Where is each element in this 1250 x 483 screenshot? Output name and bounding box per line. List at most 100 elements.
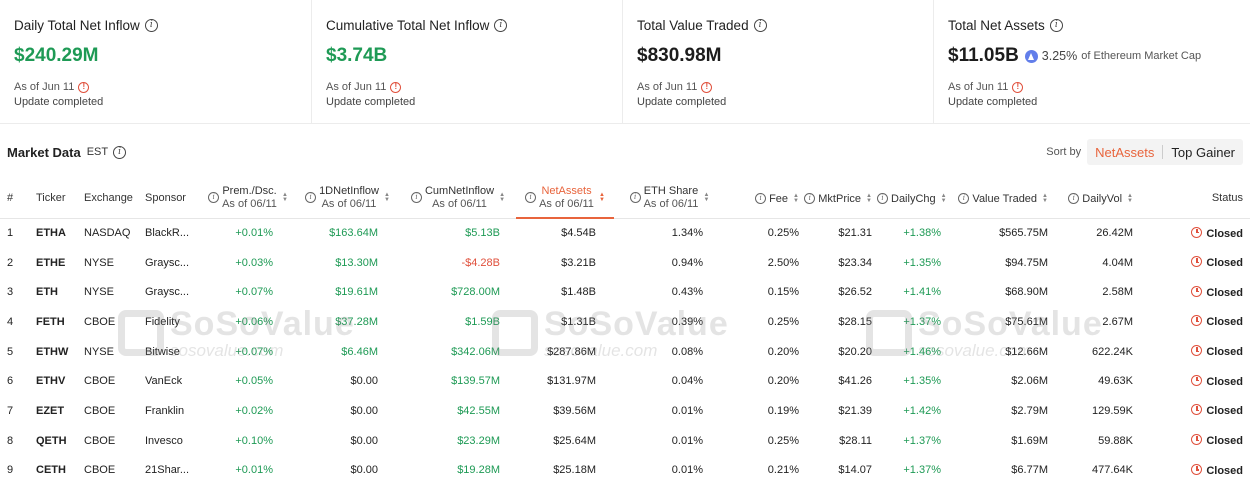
cell-ticker: ETHW	[36, 345, 69, 358]
cell-vt: $2.79M	[1011, 404, 1048, 417]
col-header-net-assets[interactable]: i NetAssets As of 06/11 ▲ ▼	[516, 178, 614, 219]
sort-arrows-icon[interactable]: ▲ ▼	[282, 192, 288, 203]
sort-arrows-icon[interactable]: ▲ ▼	[703, 192, 709, 203]
sort-netassets-button[interactable]: NetAssets	[1087, 139, 1162, 165]
cell-price: $20.20	[838, 345, 872, 358]
cell-sponsor: Invesco	[145, 434, 183, 447]
cell-chg: +1.37%	[903, 464, 941, 477]
info-icon[interactable]: i	[753, 19, 767, 32]
cell-status: Closed	[1138, 366, 1250, 396]
info-icon[interactable]: i	[494, 19, 508, 32]
cell-sponsor: Fidelity	[145, 315, 180, 328]
sort-arrows-icon[interactable]: ▲ ▼	[499, 192, 505, 203]
table-row[interactable]: 2 ETHE NYSE Graysc... +0.03% $13.30M -$4.28B $3…	[0, 248, 1250, 278]
cell-na: $3.21B	[561, 256, 596, 269]
cell-prem: +0.10%	[235, 434, 273, 447]
cell-d1: $0.00	[350, 404, 378, 417]
info-icon[interactable]: i	[958, 193, 970, 204]
market-data-header: Market Data EST i Sort by NetAssets Top …	[7, 139, 1243, 165]
sort-arrows-icon[interactable]: ▲ ▼	[1127, 193, 1133, 204]
cell-sponsor: Franklin	[145, 404, 185, 417]
card-daily-net-inflow: Daily Total Net Inflow i $240.29M As of J…	[0, 0, 311, 124]
info-icon[interactable]: i	[113, 145, 127, 159]
col-header-eth-share[interactable]: i ETH Share As of 06/11 ▲ ▼	[614, 178, 725, 219]
cell-prem: +0.01%	[235, 227, 273, 240]
alert-icon[interactable]: !	[701, 81, 713, 93]
cell-chg: +1.41%	[903, 286, 941, 299]
cell-prem: +0.03%	[235, 256, 273, 269]
table-row[interactable]: 5 ETHW NYSE Bitwise +0.07% $6.46M $342.06M $287…	[0, 337, 1250, 367]
eth-share: 3.25% of Ethereum Market Cap	[1024, 49, 1201, 63]
col-header-value-traded[interactable]: i Value Traded ▲ ▼	[946, 178, 1053, 219]
card-asof: As of Jun 11!	[14, 81, 311, 93]
col-header-sponsor: Sponsor	[138, 178, 201, 219]
sort-arrows-icon[interactable]: ▲ ▼	[599, 192, 605, 203]
cell-ticker: CETH	[36, 464, 66, 477]
table-row[interactable]: 9 CETH CBOE 21Shar... +0.01% $0.00 $19.28M $25.…	[0, 456, 1250, 483]
table-row[interactable]: 8 QETH CBOE Invesco +0.10% $0.00 $23.29M $25.64…	[0, 426, 1250, 456]
cell-d1: $163.64M	[329, 227, 378, 240]
sort-top-gainer-button[interactable]: Top Gainer	[1163, 139, 1243, 165]
table-row[interactable]: 1 ETHA NASDAQ BlackR... +0.01% $163.64M $5.13B…	[0, 218, 1250, 248]
cell-num: 3	[7, 286, 14, 299]
cell-na: $287.86M	[547, 345, 596, 358]
alert-icon[interactable]: !	[390, 81, 402, 93]
cell-chg: +1.38%	[903, 227, 941, 240]
col-header-cum-net-inflow[interactable]: i CumNetInflow As of 06/11 ▲ ▼	[400, 178, 516, 219]
table-row[interactable]: 4 FETH CBOE Fidelity +0.06% $37.28M $1.59B $1.3…	[0, 307, 1250, 337]
info-icon[interactable]: i	[208, 192, 220, 204]
cell-ticker: ETH	[36, 286, 58, 299]
info-icon[interactable]: i	[1049, 19, 1063, 32]
cell-vol: 4.04M	[1102, 256, 1133, 269]
info-icon[interactable]: i	[804, 193, 816, 204]
info-icon[interactable]: i	[755, 193, 767, 204]
cell-chg: +1.37%	[903, 434, 941, 447]
col-header-fee[interactable]: i Fee ▲ ▼	[725, 178, 804, 219]
cell-sponsor: Graysc...	[145, 256, 190, 269]
sort-arrows-icon[interactable]: ▲ ▼	[866, 193, 872, 204]
info-icon[interactable]: i	[525, 192, 537, 203]
cell-vt: $68.90M	[1005, 286, 1048, 299]
info-icon[interactable]: i	[1068, 193, 1080, 204]
col-header-1d-net-inflow[interactable]: i 1DNetInflow As of 06/11 ▲ ▼	[295, 178, 400, 219]
sort-arrows-icon[interactable]: ▲ ▼	[384, 192, 390, 203]
cell-share: 0.04%	[671, 375, 703, 388]
cell-sponsor: BlackR...	[145, 227, 190, 240]
info-icon[interactable]: i	[629, 192, 641, 204]
card-total-value-traded: Total Value Traded i $830.98M As of Jun 1…	[622, 0, 933, 124]
info-icon[interactable]: i	[410, 192, 422, 204]
cell-num: 7	[7, 404, 14, 417]
card-title: Total Value Traded i	[637, 18, 933, 33]
clock-icon	[1191, 345, 1203, 357]
cell-prem: +0.01%	[235, 464, 273, 477]
sort-arrows-icon[interactable]: ▲ ▼	[1042, 193, 1048, 204]
sort-arrows-icon[interactable]: ▲ ▼	[941, 193, 947, 204]
cell-vol: 477.64K	[1092, 464, 1133, 477]
card-title: Total Net Assets i	[948, 18, 1250, 33]
col-header-daily-vol[interactable]: i DailyVol ▲ ▼	[1053, 178, 1138, 219]
cell-ticker: QETH	[36, 434, 67, 447]
card-asof: As of Jun 11!	[637, 81, 933, 93]
info-icon[interactable]: i	[305, 192, 317, 204]
cell-fee: 0.21%	[767, 464, 799, 477]
clock-icon	[1191, 256, 1203, 268]
alert-icon[interactable]: !	[1012, 81, 1024, 93]
col-header-mkt-price[interactable]: i MktPrice ▲ ▼	[804, 178, 877, 219]
cell-price: $41.26	[838, 375, 872, 388]
col-header-prem-dsc[interactable]: i Prem./Dsc. As of 06/11 ▲ ▼	[201, 178, 295, 219]
cell-d1: $13.30M	[335, 256, 378, 269]
table-row[interactable]: 7 EZET CBOE Franklin +0.02% $0.00 $42.55M $39.5…	[0, 396, 1250, 426]
table-row[interactable]: 6 ETHV CBOE VanEck +0.05% $0.00 $139.57M $131.9…	[0, 366, 1250, 396]
info-icon[interactable]: i	[144, 19, 158, 32]
cell-vt: $75.61M	[1005, 315, 1048, 328]
cell-price: $28.15	[838, 315, 872, 328]
cell-exchange: NYSE	[84, 286, 114, 299]
cell-cum: $23.29M	[457, 434, 500, 447]
card-title: Cumulative Total Net Inflow i	[326, 18, 622, 33]
table-row[interactable]: 3 ETH NYSE Graysc... +0.07% $19.61M $728.00M $1…	[0, 277, 1250, 307]
info-icon[interactable]: i	[877, 193, 888, 204]
col-header-daily-chg[interactable]: i DailyChg ▲ ▼	[877, 178, 947, 219]
sort-arrows-icon[interactable]: ▲ ▼	[793, 193, 799, 204]
table-header-row: # Ticker Exchange Sponsor i Prem./Dsc. As …	[0, 178, 1250, 219]
alert-icon[interactable]: !	[78, 81, 90, 93]
